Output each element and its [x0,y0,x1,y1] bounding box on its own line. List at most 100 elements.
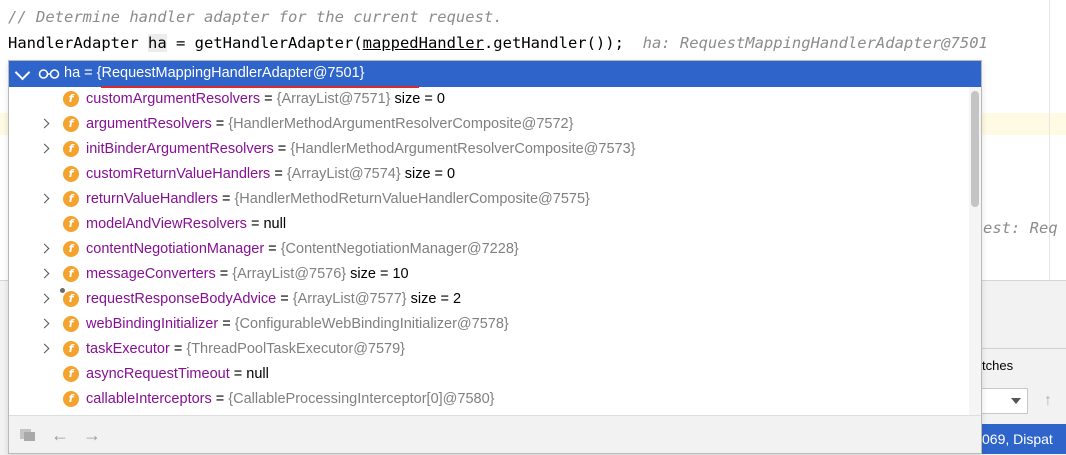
field-icon: f [63,316,79,332]
popup-scrollbar[interactable] [969,87,981,453]
panel-divider [980,348,1066,349]
root-variable-name: ha [64,65,81,81]
up-arrow-icon[interactable]: ↑ [1044,392,1052,410]
field-value: {ThreadPoolTaskExecutor@7579} [186,341,406,357]
code-comment-line: // Determine handler adapter for the cur… [8,8,503,26]
field-value: {ArrayList@7577} [292,291,407,307]
field-icon: f [63,241,79,257]
field-icon: f [63,366,79,382]
partial-inline-hint: est: Req [983,219,1058,237]
field-label: modelAndViewResolvers = null [86,216,286,232]
field-equals: = [276,291,293,307]
field-size: size = 2 [406,291,462,307]
field-name: messageConverters [86,266,216,282]
field-name: asyncRequestTimeout [86,366,230,382]
field-icon: f [63,166,79,182]
field-equals: = [215,266,233,282]
variable-inspector-popup[interactable]: ha = {RequestMappingHandlerAdapter@7501}… [8,60,982,454]
root-variable-row[interactable]: ha = {RequestMappingHandlerAdapter@7501} [9,61,981,87]
field-label: webBindingInitializer = {ConfigurableWeb… [86,316,509,332]
field-equals: = [169,341,187,357]
field-name: taskExecutor [86,341,170,357]
field-name: callableInterceptors [86,391,212,407]
chevron-right-icon[interactable] [39,118,50,129]
field-row-asyncRequestTimeout[interactable]: f asyncRequestTimeout = null [9,362,969,387]
field-equals: = [270,166,287,182]
chevron-down-icon [1011,398,1021,404]
frame-selector[interactable] [980,388,1028,414]
field-label: returnValueHandlers = {HandlerMethodRetu… [86,191,590,207]
back-arrow-icon[interactable]: ← [51,425,69,446]
field-equals: = [246,216,264,232]
field-icon: f [63,216,79,232]
field-name: returnValueHandlers [86,191,218,207]
field-row-argumentResolvers[interactable]: f argumentResolvers = {HandlerMethodArgum… [9,112,969,137]
scrollbar-thumb[interactable] [971,91,979,207]
field-value: {ContentNegotiationManager@7228} [280,241,519,257]
chevron-right-icon[interactable] [39,343,50,354]
field-value: {ArrayList@7576} [232,266,347,282]
field-name: webBindingInitializer [86,316,219,332]
field-row-modelAndViewResolvers[interactable]: f modelAndViewResolvers = null [9,212,969,237]
field-row-initBinderArgumentResolvers[interactable]: f initBinderArgumentResolvers = {HandlerM… [9,137,969,162]
field-icon: f [63,391,79,407]
field-value: null [246,366,269,382]
field-name: argumentResolvers [86,116,212,132]
watches-label: tches [982,358,1014,373]
chevron-right-icon[interactable] [39,143,50,154]
field-value: {HandlerMethodArgumentResolverComposite@… [228,116,574,132]
forward-arrow-icon[interactable]: → [83,425,101,446]
field-icon: f [63,91,79,107]
field-size: size = 0 [390,91,445,107]
field-value: null [263,216,287,232]
field-row-contentNegotiationManager[interactable]: f contentNegotiationManager = {ContentNeg… [9,237,969,262]
chevron-down-icon[interactable] [14,64,31,81]
field-equals: = [217,191,235,207]
field-value: {CallableProcessingInterceptor[0]@7580} [228,391,495,407]
code-type: HandlerAdapter [8,34,148,52]
popup-toolbar: ← → [9,415,981,453]
field-equals: = [273,141,291,157]
field-icon: f [63,266,79,282]
chevron-right-icon[interactable] [39,318,50,329]
field-row-requestResponseBodyAdvice[interactable]: f requestResponseBodyAdvice = {ArrayList@… [9,287,969,312]
field-value: {HandlerMethodReturnValueHandlerComposit… [234,191,590,207]
field-icon: f [63,191,79,207]
chevron-right-icon[interactable] [39,243,50,254]
field-equals: = [211,116,229,132]
code-variable[interactable]: ha [147,34,167,52]
field-row-returnValueHandlers[interactable]: f returnValueHandlers = {HandlerMethodRet… [9,187,969,212]
root-variable-equals: = [80,65,97,81]
field-row-taskExecutor[interactable]: f taskExecutor = {ThreadPoolTaskExecutor@… [9,337,969,362]
field-value: {ArrayList@7574} [286,166,401,182]
watch-glasses-icon [38,69,60,79]
field-equals: = [260,91,277,107]
code-argument[interactable]: mappedHandler [363,34,484,52]
field-row-callableInterceptors[interactable]: f callableInterceptors = {CallableProcess… [9,387,969,412]
inline-debug-hint: ha: RequestMappingHandlerAdapter@7501 [642,34,988,52]
field-equals: = [229,366,247,382]
field-label: argumentResolvers = {HandlerMethodArgume… [86,116,573,132]
chevron-right-icon[interactable] [39,268,50,279]
field-name: initBinderArgumentResolvers [86,141,274,157]
code-assign: = getHandlerAdapter( [166,34,363,52]
selected-frame-text[interactable]: 069, Dispat [980,424,1066,454]
field-value: {HandlerMethodArgumentResolverComposite@… [290,141,636,157]
field-size: size = 0 [400,166,456,182]
field-row-webBindingInitializer[interactable]: f webBindingInitializer = {ConfigurableWe… [9,312,969,337]
field-label: initBinderArgumentResolvers = {HandlerMe… [86,141,636,157]
field-row-customReturnValueHandlers[interactable]: f customReturnValueHandlers = {ArrayList@… [9,162,969,187]
field-label: taskExecutor = {ThreadPoolTaskExecutor@7… [86,341,405,357]
chevron-right-icon[interactable] [39,193,50,204]
field-row-messageConverters[interactable]: f messageConverters = {ArrayList@7576} si… [9,262,969,287]
field-name: customReturnValueHandlers [86,166,271,182]
field-row-customArgumentResolvers[interactable]: f customArgumentResolvers = {ArrayList@75… [9,87,969,112]
field-label: customReturnValueHandlers = {ArrayList@7… [86,166,455,182]
chevron-right-icon[interactable] [39,293,50,304]
field-name: contentNegotiationManager [86,241,265,257]
code-statement-line[interactable]: HandlerAdapter ha = getHandlerAdapter(ma… [8,34,988,52]
copy-icon[interactable] [19,426,37,447]
field-label: asyncRequestTimeout = null [86,366,269,382]
field-label: callableInterceptors = {CallableProcessi… [86,391,495,407]
right-margin-guide [1049,0,1050,280]
